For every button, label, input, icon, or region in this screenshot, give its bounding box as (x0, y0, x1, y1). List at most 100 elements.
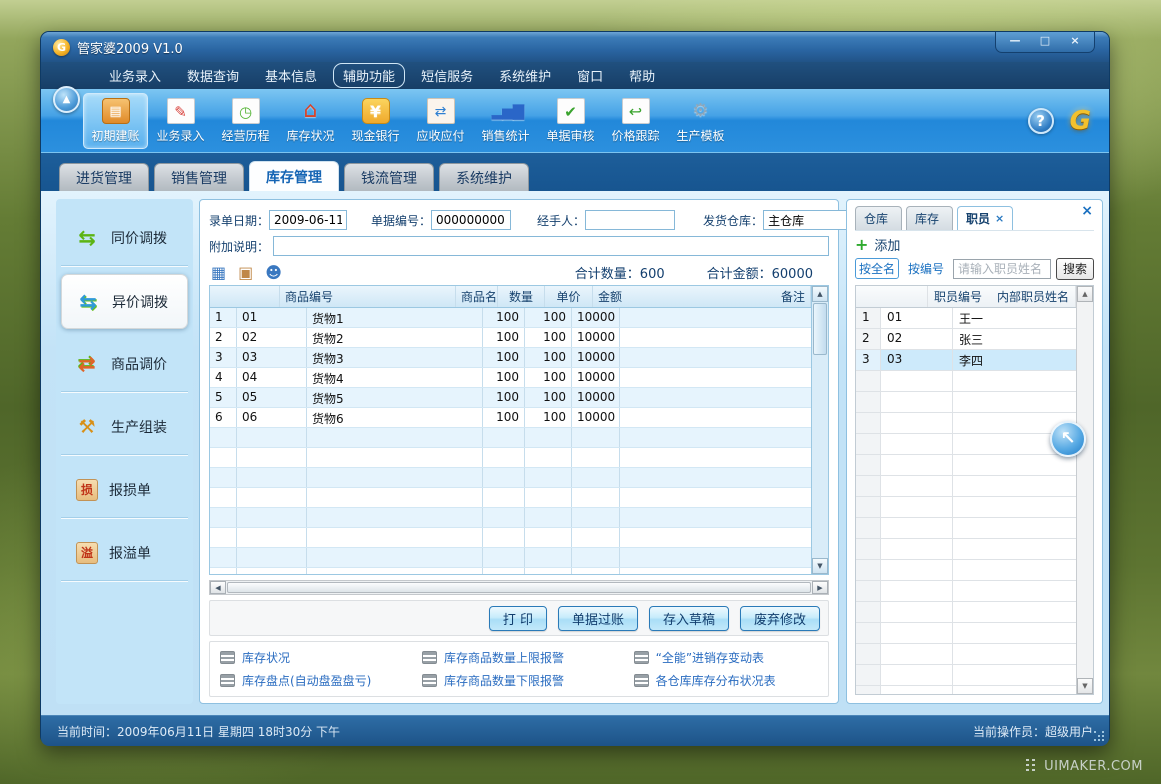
report-link[interactable]: “全能”进销存变动表 (634, 649, 826, 666)
scroll-down-icon[interactable]: ▼ (1077, 678, 1093, 694)
staff-table-vscrollbar[interactable]: ▲ ▼ (1076, 286, 1093, 694)
warehouse-input[interactable] (763, 210, 847, 230)
filter-by-code[interactable]: 按编号 (904, 258, 948, 279)
table-row[interactable]: 4 04 货物4 100 100 10000 (210, 368, 811, 388)
toolbar-item[interactable]: ⇄ 应收应付 (408, 93, 473, 149)
staff-row[interactable] (856, 560, 1076, 581)
add-button[interactable]: 添加 (874, 235, 900, 254)
toolbar-item[interactable]: ⚙ 生产模板 (668, 93, 733, 149)
staff-row[interactable] (856, 539, 1076, 560)
staff-row[interactable] (856, 434, 1076, 455)
staff-row[interactable] (856, 371, 1076, 392)
toolbar-item[interactable]: ▤ 初期建账 (83, 93, 148, 149)
staff-row[interactable]: 1 01 王一 (856, 308, 1076, 329)
action-button[interactable]: 单据过账 (558, 606, 638, 631)
module-tab[interactable]: 库存管理 (249, 161, 339, 191)
scroll-thumb[interactable] (227, 582, 811, 593)
staff-row[interactable] (856, 476, 1076, 497)
report-link[interactable]: 库存状况 (220, 649, 422, 666)
staff-row[interactable] (856, 602, 1076, 623)
table-row[interactable]: 2 02 货物2 100 100 10000 (210, 328, 811, 348)
table-row[interactable] (210, 448, 811, 468)
scroll-right-icon[interactable]: ▶ (812, 581, 828, 594)
table-row[interactable] (210, 548, 811, 568)
module-tab[interactable]: 钱流管理 (344, 163, 434, 191)
lookup-tab[interactable]: 仓库 (855, 206, 902, 230)
sidebar-item[interactable]: ⇆ 同价调拨 (61, 211, 188, 266)
action-button[interactable]: 打 印 (489, 606, 547, 631)
menu-item[interactable]: 业务录入 (99, 63, 171, 88)
staff-row[interactable] (856, 581, 1076, 602)
lookup-tab[interactable]: 职员 × (957, 206, 1013, 230)
search-button[interactable]: 搜索 (1056, 258, 1094, 280)
sidebar-item[interactable]: 损 报损单 (61, 463, 188, 518)
table-row[interactable] (210, 468, 811, 488)
scroll-left-icon[interactable]: ◀ (210, 581, 226, 594)
handler-input[interactable] (585, 210, 675, 230)
minimize-button[interactable]: — (1002, 34, 1028, 49)
table-row[interactable]: 5 05 货物5 100 100 10000 (210, 388, 811, 408)
staff-row[interactable] (856, 665, 1076, 686)
scroll-thumb[interactable] (813, 303, 827, 355)
maximize-button[interactable]: □ (1032, 34, 1058, 49)
sidebar-item[interactable]: 溢 报溢单 (61, 526, 188, 581)
table-row[interactable] (210, 488, 811, 508)
table-row[interactable]: 3 03 货物3 100 100 10000 (210, 348, 811, 368)
table-row[interactable]: 6 06 货物6 100 100 10000 (210, 408, 811, 428)
toolbar-item[interactable]: ✔ 单据审核 (538, 93, 603, 149)
items-table-hscrollbar[interactable]: ◀ ▶ (209, 580, 829, 595)
resize-grip[interactable] (1094, 731, 1105, 742)
staff-row[interactable]: 2 02 张三 (856, 329, 1076, 350)
date-input[interactable] (269, 210, 347, 230)
items-table-vscrollbar[interactable]: ▲ ▼ (811, 286, 828, 574)
lookup-tab[interactable]: 库存 (906, 206, 953, 230)
picker-icon[interactable]: ☻ (265, 263, 282, 282)
toolbar-item[interactable]: ◷ 经营历程 (213, 93, 278, 149)
search-input[interactable] (953, 259, 1051, 279)
staff-row[interactable] (856, 623, 1076, 644)
action-button[interactable]: 存入草稿 (649, 606, 729, 631)
staff-row[interactable] (856, 497, 1076, 518)
menu-item[interactable]: 基本信息 (255, 63, 327, 88)
menu-item[interactable]: 辅助功能 (333, 63, 405, 88)
picker-icon[interactable]: ▣ (238, 263, 253, 282)
action-button[interactable]: 废弃修改 (740, 606, 820, 631)
report-link[interactable]: 库存商品数量上限报警 (422, 649, 634, 666)
close-button[interactable]: × (1062, 34, 1088, 49)
table-row[interactable] (210, 428, 811, 448)
module-tab[interactable]: 销售管理 (154, 163, 244, 191)
menu-item[interactable]: 数据查询 (177, 63, 249, 88)
staff-row[interactable] (856, 518, 1076, 539)
toolbar-item[interactable]: ↩ 价格跟踪 (603, 93, 668, 149)
scroll-down-icon[interactable]: ▼ (812, 558, 828, 574)
filter-by-name[interactable]: 按全名 (855, 258, 899, 279)
scroll-up-icon[interactable]: ▲ (1077, 286, 1093, 302)
staff-row[interactable] (856, 392, 1076, 413)
report-link[interactable]: 各仓库库存分布状况表 (634, 672, 826, 689)
note-input[interactable] (273, 236, 829, 256)
sidebar-item[interactable]: ⚒ 生产组装 (61, 400, 188, 455)
staff-row[interactable]: 3 03 李四 (856, 350, 1076, 371)
doc-no-input[interactable] (431, 210, 511, 230)
staff-row[interactable] (856, 455, 1076, 476)
table-row[interactable]: 1 01 货物1 100 100 10000 (210, 308, 811, 328)
table-row[interactable] (210, 528, 811, 548)
toolbar-item[interactable]: ¥ 现金银行 (343, 93, 408, 149)
module-tab[interactable]: 进货管理 (59, 163, 149, 191)
tab-close-icon[interactable]: × (995, 212, 1004, 225)
menu-item[interactable]: 系统维护 (489, 63, 561, 88)
scroll-up-icon[interactable]: ▲ (812, 286, 828, 302)
report-link[interactable]: 库存商品数量下限报警 (422, 672, 634, 689)
toolbar-item[interactable]: ✎ 业务录入 (148, 93, 213, 149)
report-link[interactable]: 库存盘点(自动盘盈盘亏) (220, 672, 422, 689)
collapse-toolbar-button[interactable]: ▲ (53, 86, 80, 113)
help-icon[interactable]: ? (1028, 108, 1054, 134)
menu-item[interactable]: 帮助 (619, 63, 665, 88)
picker-icon[interactable]: ▦ (211, 263, 226, 282)
staff-row[interactable] (856, 644, 1076, 665)
toolbar-item[interactable]: ⌂ 库存状况 (278, 93, 343, 149)
sidebar-item[interactable]: ⇄ 商品调价 (61, 337, 188, 392)
table-row[interactable] (210, 508, 811, 528)
staff-row[interactable] (856, 413, 1076, 434)
toolbar-item[interactable]: ▂▅▇ 销售统计 (473, 93, 538, 149)
